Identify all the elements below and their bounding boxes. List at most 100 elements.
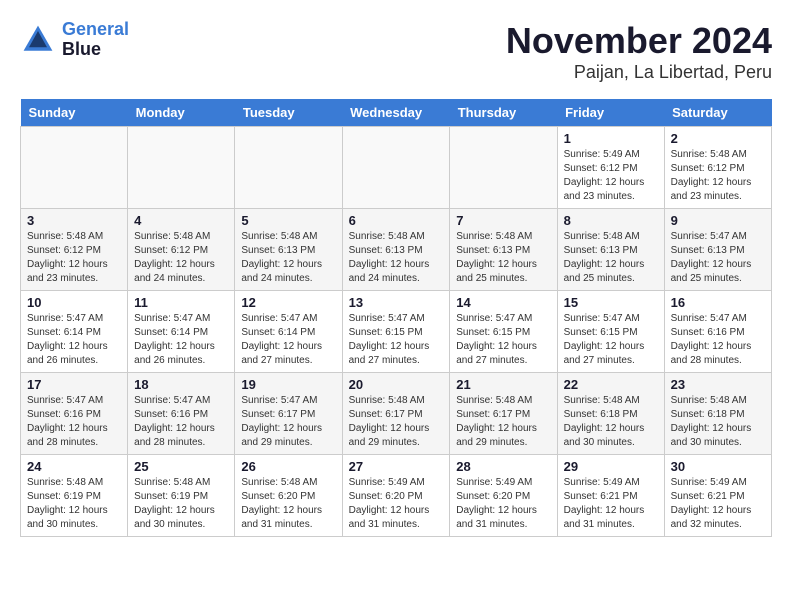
weekday-header-row: Sunday Monday Tuesday Wednesday Thursday… bbox=[21, 99, 772, 127]
day-number: 29 bbox=[564, 459, 658, 474]
day-number: 24 bbox=[27, 459, 121, 474]
day-info: Sunrise: 5:48 AMSunset: 6:13 PMDaylight:… bbox=[456, 231, 537, 284]
day-cell: 8 Sunrise: 5:48 AMSunset: 6:13 PMDayligh… bbox=[557, 209, 664, 291]
day-cell: 16 Sunrise: 5:47 AMSunset: 6:16 PMDaylig… bbox=[664, 291, 771, 373]
day-number: 21 bbox=[456, 377, 550, 392]
day-cell bbox=[21, 127, 128, 209]
day-cell: 18 Sunrise: 5:47 AMSunset: 6:16 PMDaylig… bbox=[128, 373, 235, 455]
day-number: 12 bbox=[241, 295, 335, 310]
header-sunday: Sunday bbox=[21, 99, 128, 127]
day-info: Sunrise: 5:49 AMSunset: 6:20 PMDaylight:… bbox=[456, 477, 537, 530]
day-info: Sunrise: 5:48 AMSunset: 6:12 PMDaylight:… bbox=[134, 231, 215, 284]
header-friday: Friday bbox=[557, 99, 664, 127]
day-cell: 20 Sunrise: 5:48 AMSunset: 6:17 PMDaylig… bbox=[342, 373, 450, 455]
day-info: Sunrise: 5:47 AMSunset: 6:15 PMDaylight:… bbox=[349, 313, 430, 366]
day-info: Sunrise: 5:48 AMSunset: 6:13 PMDaylight:… bbox=[241, 231, 322, 284]
day-number: 23 bbox=[671, 377, 765, 392]
week-row-4: 17 Sunrise: 5:47 AMSunset: 6:16 PMDaylig… bbox=[21, 373, 772, 455]
day-cell: 7 Sunrise: 5:48 AMSunset: 6:13 PMDayligh… bbox=[450, 209, 557, 291]
day-number: 30 bbox=[671, 459, 765, 474]
day-cell bbox=[450, 127, 557, 209]
day-cell bbox=[128, 127, 235, 209]
day-info: Sunrise: 5:47 AMSunset: 6:15 PMDaylight:… bbox=[564, 313, 645, 366]
location-title: Paijan, La Libertad, Peru bbox=[506, 62, 772, 83]
day-number: 8 bbox=[564, 213, 658, 228]
day-cell: 19 Sunrise: 5:47 AMSunset: 6:17 PMDaylig… bbox=[235, 373, 342, 455]
day-number: 9 bbox=[671, 213, 765, 228]
logo-icon bbox=[20, 22, 56, 58]
day-info: Sunrise: 5:48 AMSunset: 6:13 PMDaylight:… bbox=[349, 231, 430, 284]
page-header: General Blue November 2024 Paijan, La Li… bbox=[20, 20, 772, 83]
logo-text: General Blue bbox=[62, 20, 129, 60]
day-number: 27 bbox=[349, 459, 444, 474]
header-thursday: Thursday bbox=[450, 99, 557, 127]
logo: General Blue bbox=[20, 20, 129, 60]
day-info: Sunrise: 5:48 AMSunset: 6:18 PMDaylight:… bbox=[564, 395, 645, 448]
day-info: Sunrise: 5:48 AMSunset: 6:20 PMDaylight:… bbox=[241, 477, 322, 530]
day-cell: 29 Sunrise: 5:49 AMSunset: 6:21 PMDaylig… bbox=[557, 455, 664, 537]
day-cell: 14 Sunrise: 5:47 AMSunset: 6:15 PMDaylig… bbox=[450, 291, 557, 373]
calendar-table: Sunday Monday Tuesday Wednesday Thursday… bbox=[20, 99, 772, 537]
day-cell bbox=[342, 127, 450, 209]
day-cell: 22 Sunrise: 5:48 AMSunset: 6:18 PMDaylig… bbox=[557, 373, 664, 455]
day-info: Sunrise: 5:47 AMSunset: 6:17 PMDaylight:… bbox=[241, 395, 322, 448]
day-cell: 27 Sunrise: 5:49 AMSunset: 6:20 PMDaylig… bbox=[342, 455, 450, 537]
day-number: 13 bbox=[349, 295, 444, 310]
week-row-5: 24 Sunrise: 5:48 AMSunset: 6:19 PMDaylig… bbox=[21, 455, 772, 537]
day-cell: 12 Sunrise: 5:47 AMSunset: 6:14 PMDaylig… bbox=[235, 291, 342, 373]
day-info: Sunrise: 5:49 AMSunset: 6:21 PMDaylight:… bbox=[564, 477, 645, 530]
day-cell: 1 Sunrise: 5:49 AMSunset: 6:12 PMDayligh… bbox=[557, 127, 664, 209]
day-cell: 17 Sunrise: 5:47 AMSunset: 6:16 PMDaylig… bbox=[21, 373, 128, 455]
day-number: 25 bbox=[134, 459, 228, 474]
day-cell: 2 Sunrise: 5:48 AMSunset: 6:12 PMDayligh… bbox=[664, 127, 771, 209]
day-info: Sunrise: 5:49 AMSunset: 6:20 PMDaylight:… bbox=[349, 477, 430, 530]
day-info: Sunrise: 5:48 AMSunset: 6:18 PMDaylight:… bbox=[671, 395, 752, 448]
day-info: Sunrise: 5:49 AMSunset: 6:21 PMDaylight:… bbox=[671, 477, 752, 530]
day-number: 26 bbox=[241, 459, 335, 474]
day-number: 18 bbox=[134, 377, 228, 392]
day-number: 4 bbox=[134, 213, 228, 228]
header-monday: Monday bbox=[128, 99, 235, 127]
day-number: 15 bbox=[564, 295, 658, 310]
day-cell: 11 Sunrise: 5:47 AMSunset: 6:14 PMDaylig… bbox=[128, 291, 235, 373]
day-number: 10 bbox=[27, 295, 121, 310]
day-number: 14 bbox=[456, 295, 550, 310]
day-info: Sunrise: 5:47 AMSunset: 6:14 PMDaylight:… bbox=[134, 313, 215, 366]
week-row-2: 3 Sunrise: 5:48 AMSunset: 6:12 PMDayligh… bbox=[21, 209, 772, 291]
day-cell: 5 Sunrise: 5:48 AMSunset: 6:13 PMDayligh… bbox=[235, 209, 342, 291]
day-number: 22 bbox=[564, 377, 658, 392]
day-number: 6 bbox=[349, 213, 444, 228]
day-info: Sunrise: 5:48 AMSunset: 6:17 PMDaylight:… bbox=[456, 395, 537, 448]
day-cell: 15 Sunrise: 5:47 AMSunset: 6:15 PMDaylig… bbox=[557, 291, 664, 373]
day-info: Sunrise: 5:47 AMSunset: 6:16 PMDaylight:… bbox=[134, 395, 215, 448]
day-info: Sunrise: 5:48 AMSunset: 6:17 PMDaylight:… bbox=[349, 395, 430, 448]
day-info: Sunrise: 5:48 AMSunset: 6:12 PMDaylight:… bbox=[671, 149, 752, 202]
header-wednesday: Wednesday bbox=[342, 99, 450, 127]
day-info: Sunrise: 5:48 AMSunset: 6:13 PMDaylight:… bbox=[564, 231, 645, 284]
month-title: November 2024 bbox=[506, 20, 772, 62]
day-cell bbox=[235, 127, 342, 209]
day-info: Sunrise: 5:47 AMSunset: 6:16 PMDaylight:… bbox=[27, 395, 108, 448]
day-info: Sunrise: 5:48 AMSunset: 6:19 PMDaylight:… bbox=[27, 477, 108, 530]
day-cell: 4 Sunrise: 5:48 AMSunset: 6:12 PMDayligh… bbox=[128, 209, 235, 291]
day-cell: 6 Sunrise: 5:48 AMSunset: 6:13 PMDayligh… bbox=[342, 209, 450, 291]
day-info: Sunrise: 5:47 AMSunset: 6:14 PMDaylight:… bbox=[27, 313, 108, 366]
day-cell: 21 Sunrise: 5:48 AMSunset: 6:17 PMDaylig… bbox=[450, 373, 557, 455]
day-cell: 24 Sunrise: 5:48 AMSunset: 6:19 PMDaylig… bbox=[21, 455, 128, 537]
day-cell: 9 Sunrise: 5:47 AMSunset: 6:13 PMDayligh… bbox=[664, 209, 771, 291]
day-cell: 10 Sunrise: 5:47 AMSunset: 6:14 PMDaylig… bbox=[21, 291, 128, 373]
week-row-1: 1 Sunrise: 5:49 AMSunset: 6:12 PMDayligh… bbox=[21, 127, 772, 209]
day-cell: 26 Sunrise: 5:48 AMSunset: 6:20 PMDaylig… bbox=[235, 455, 342, 537]
day-cell: 25 Sunrise: 5:48 AMSunset: 6:19 PMDaylig… bbox=[128, 455, 235, 537]
day-number: 17 bbox=[27, 377, 121, 392]
day-number: 5 bbox=[241, 213, 335, 228]
day-number: 2 bbox=[671, 131, 765, 146]
day-number: 1 bbox=[564, 131, 658, 146]
day-cell: 28 Sunrise: 5:49 AMSunset: 6:20 PMDaylig… bbox=[450, 455, 557, 537]
day-info: Sunrise: 5:48 AMSunset: 6:19 PMDaylight:… bbox=[134, 477, 215, 530]
day-info: Sunrise: 5:47 AMSunset: 6:16 PMDaylight:… bbox=[671, 313, 752, 366]
day-cell: 23 Sunrise: 5:48 AMSunset: 6:18 PMDaylig… bbox=[664, 373, 771, 455]
day-number: 28 bbox=[456, 459, 550, 474]
day-cell: 30 Sunrise: 5:49 AMSunset: 6:21 PMDaylig… bbox=[664, 455, 771, 537]
day-cell: 13 Sunrise: 5:47 AMSunset: 6:15 PMDaylig… bbox=[342, 291, 450, 373]
